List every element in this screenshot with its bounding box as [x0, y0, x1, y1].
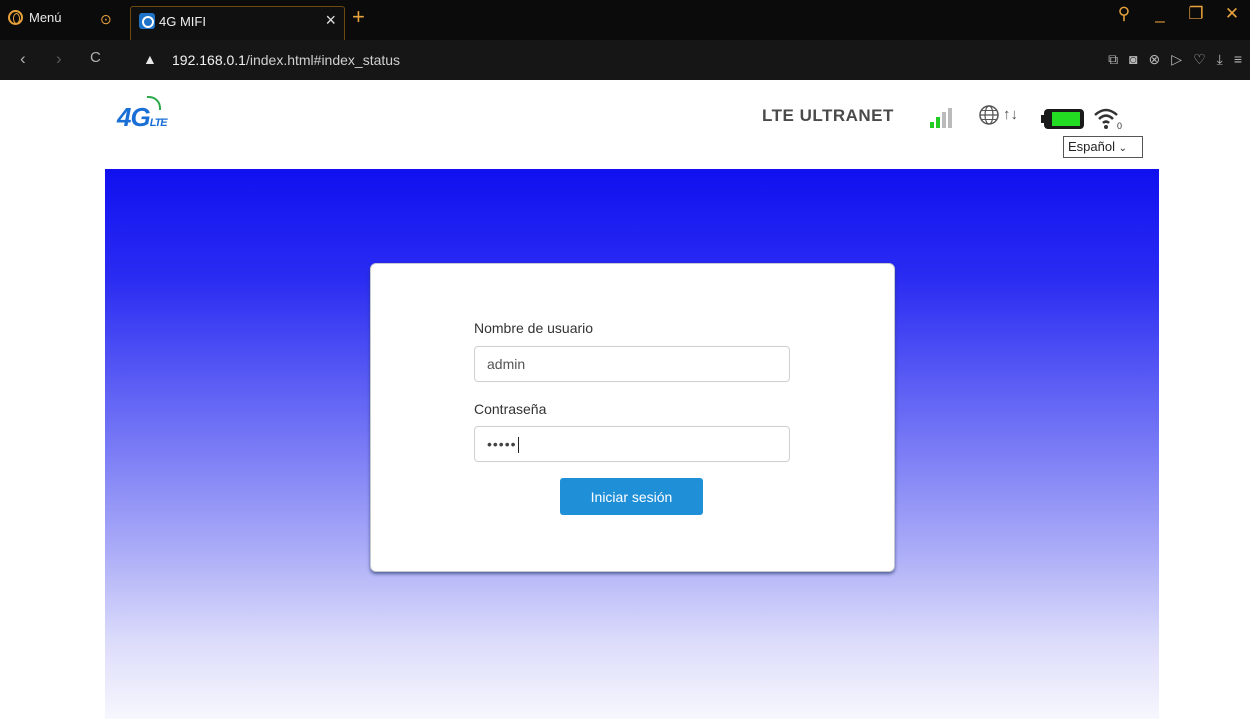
- restore-icon[interactable]: ❐: [1178, 4, 1214, 24]
- search-icon[interactable]: ⚲: [1106, 4, 1142, 24]
- browser-tab-bar: Menú ⊙ 4G MIFI × + ⚲ _ ❐ ✕: [0, 0, 1250, 40]
- wifi-icon: 0: [1094, 108, 1122, 130]
- send-icon[interactable]: ▷: [1171, 51, 1182, 68]
- globe-icon: [979, 105, 999, 125]
- logo-main: 4G: [117, 102, 151, 132]
- snapshot-icon[interactable]: ◙: [1129, 51, 1137, 68]
- logo-sub: LTE: [149, 117, 168, 129]
- download-icon[interactable]: ⤓: [1217, 51, 1223, 68]
- chevron-down-icon: ⌄: [1118, 143, 1127, 154]
- settings-icon[interactable]: ≡: [1234, 51, 1242, 68]
- username-input[interactable]: admin: [474, 346, 790, 382]
- back-icon[interactable]: ‹: [20, 49, 26, 69]
- new-tab-icon[interactable]: +: [352, 6, 365, 28]
- url-host: 192.168.0.1: [172, 52, 246, 68]
- url-field[interactable]: 192.168.0.1/index.html#index_status: [172, 52, 400, 68]
- password-label: Contraseña: [474, 401, 547, 417]
- text-caret: [517, 437, 519, 454]
- wifi-client-count: 0: [1117, 121, 1122, 130]
- window-controls: ⚲ _ ❐ ✕: [1106, 4, 1250, 24]
- opera-icon: [8, 10, 23, 25]
- login-card: Nombre de usuario admin Contraseña •••••…: [370, 263, 895, 572]
- brand-logo: 4GLTE: [117, 96, 168, 133]
- tab-title: 4G MIFI: [159, 14, 206, 29]
- block-icon[interactable]: ⊗: [1149, 51, 1161, 68]
- warning-icon[interactable]: ▲: [143, 51, 157, 67]
- username-value: admin: [487, 356, 526, 372]
- heart-icon[interactable]: ♡: [1193, 51, 1206, 68]
- reload-icon[interactable]: C: [90, 49, 101, 66]
- close-tab-icon[interactable]: ×: [325, 10, 336, 31]
- browser-menu-label: Menú: [29, 10, 62, 25]
- forward-icon[interactable]: ›: [56, 49, 62, 69]
- share-icon[interactable]: ⧉: [1108, 51, 1118, 68]
- close-window-icon[interactable]: ✕: [1214, 4, 1250, 24]
- operator-name: LTE ULTRANET: [762, 106, 894, 125]
- login-button[interactable]: Iniciar sesión: [560, 478, 703, 515]
- data-transfer-icon: ↑↓: [1003, 106, 1018, 123]
- minimize-icon[interactable]: _: [1142, 4, 1178, 24]
- address-bar-tools: ⧉ ◙ ⊗ ▷ ♡ ⤓ ≡: [1108, 51, 1242, 68]
- url-path: /index.html#index_status: [245, 52, 401, 68]
- browser-menu-button[interactable]: Menú: [8, 10, 62, 25]
- address-bar: ‹ › C ▲ 192.168.0.1/index.html#index_sta…: [0, 40, 1250, 80]
- logo-wave-icon: [147, 96, 161, 110]
- language-value: Español: [1068, 139, 1115, 154]
- password-value: •••••: [487, 436, 517, 452]
- browser-tab[interactable]: 4G MIFI ×: [130, 6, 345, 40]
- username-label: Nombre de usuario: [474, 320, 594, 336]
- signal-strength-icon: [930, 108, 954, 128]
- tab-favicon-icon: [139, 13, 155, 29]
- language-select[interactable]: Español ⌄: [1063, 136, 1143, 158]
- password-input[interactable]: •••••: [474, 426, 790, 462]
- battery-icon: [1041, 109, 1084, 129]
- gaming-controller-icon[interactable]: ⊙: [100, 11, 112, 28]
